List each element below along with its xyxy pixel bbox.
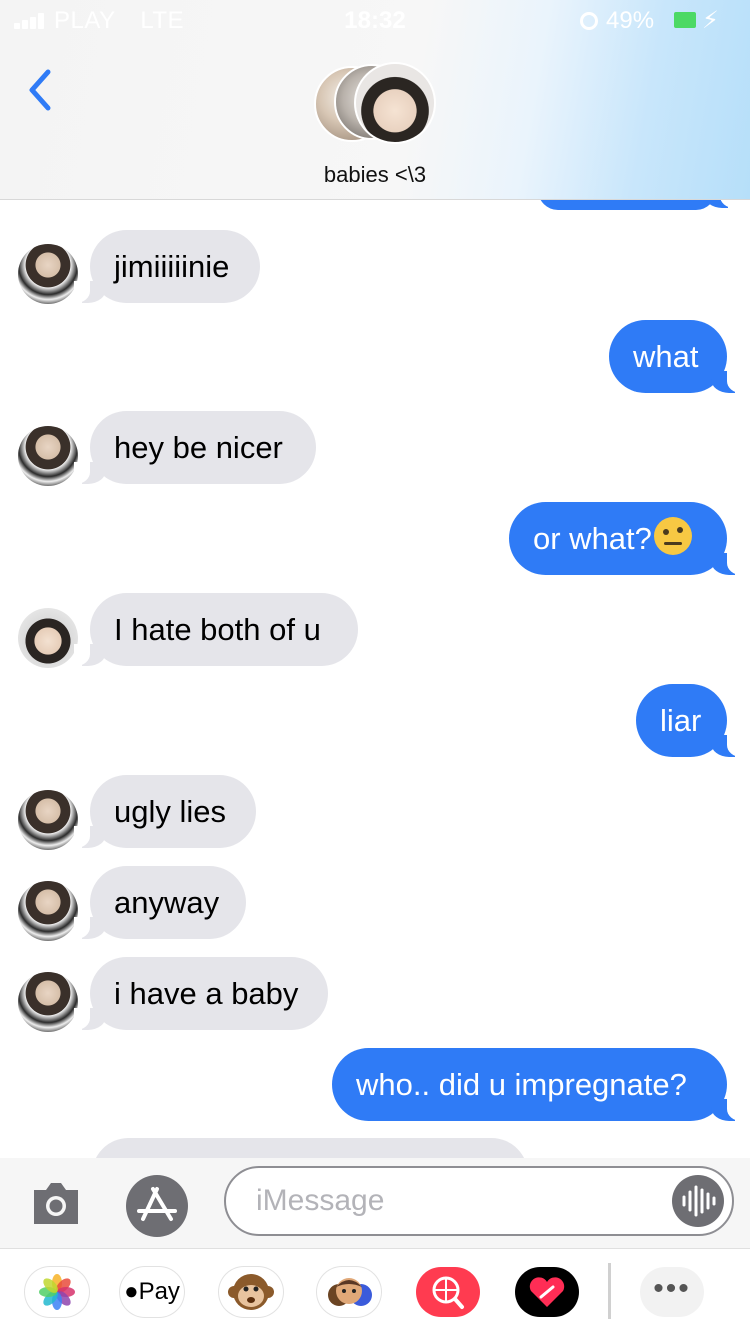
message-text: i have a baby bbox=[114, 976, 299, 1011]
apple-pay-app-button[interactable]: ●Pay bbox=[120, 1267, 184, 1317]
message-text: what bbox=[633, 339, 699, 374]
apple-pay-text: Pay bbox=[138, 1278, 180, 1305]
bubble-tail bbox=[704, 200, 736, 208]
battery-percentage: 49% bbox=[606, 7, 655, 34]
conversation-header: PLAY LTE 18:32 49% ⚡ babies <\3 bbox=[0, 0, 750, 200]
animoji-monkey-app-button[interactable] bbox=[219, 1267, 283, 1317]
imessage-app-drawer: ●Pay ••• bbox=[0, 1248, 750, 1334]
globe-search-icon bbox=[432, 1276, 464, 1309]
message-text: ugly lies bbox=[114, 794, 226, 829]
bubble-tail bbox=[74, 917, 106, 939]
message-bubble[interactable]: i have a baby bbox=[90, 957, 328, 1030]
incoming-message[interactable]: I hate both of u bbox=[74, 593, 358, 666]
web-image-search-app-button[interactable] bbox=[416, 1267, 480, 1317]
sender-avatar[interactable] bbox=[18, 881, 78, 941]
message-bubble[interactable]: who.. did u impregnate? bbox=[332, 1048, 727, 1121]
message-bubble[interactable]: what bbox=[609, 320, 727, 393]
composer-bar bbox=[0, 1158, 750, 1248]
message-thread[interactable]: jimiiiiinie what hey be nicer or what? I… bbox=[0, 200, 750, 1158]
incoming-bubble-partial bbox=[92, 1138, 528, 1158]
incoming-message[interactable]: jimiiiiinie bbox=[74, 230, 260, 303]
bubble-tail bbox=[74, 644, 106, 666]
sender-avatar[interactable] bbox=[18, 790, 78, 850]
memoji-faces-icon bbox=[328, 1278, 372, 1306]
more-apps-button[interactable]: ••• bbox=[640, 1267, 704, 1317]
charging-icon: ⚡ bbox=[702, 7, 719, 34]
back-button[interactable] bbox=[22, 66, 62, 114]
message-text: I hate both of u bbox=[114, 612, 321, 647]
incoming-message[interactable]: hey be nicer bbox=[74, 411, 316, 484]
bubble-tail bbox=[74, 281, 106, 303]
imessage-input[interactable] bbox=[224, 1166, 734, 1236]
audio-message-button[interactable] bbox=[672, 1175, 724, 1227]
message-bubble[interactable]: or what? bbox=[509, 502, 727, 575]
group-name[interactable]: babies <\3 bbox=[0, 162, 750, 188]
bubble-tail bbox=[74, 462, 106, 484]
heart-icon bbox=[529, 1277, 565, 1307]
outgoing-message[interactable]: what bbox=[609, 320, 743, 393]
app-store-button[interactable] bbox=[126, 1175, 188, 1237]
sender-avatar[interactable] bbox=[18, 426, 78, 486]
apple-logo-icon: ● bbox=[124, 1278, 139, 1305]
camera-icon bbox=[34, 1183, 78, 1224]
incoming-message[interactable]: anyway bbox=[74, 866, 246, 939]
status-bar: PLAY LTE 18:32 49% ⚡ bbox=[0, 0, 750, 40]
message-bubble[interactable]: hey be nicer bbox=[90, 411, 316, 484]
ellipsis-icon: ••• bbox=[653, 1272, 691, 1305]
monkey-face-icon bbox=[228, 1274, 274, 1310]
outgoing-bubble-partial bbox=[538, 200, 716, 210]
sender-avatar[interactable] bbox=[18, 244, 78, 304]
bubble-tail bbox=[711, 371, 743, 393]
digital-touch-app-button[interactable] bbox=[515, 1267, 579, 1317]
photos-app-button[interactable] bbox=[25, 1267, 89, 1317]
message-text: liar bbox=[660, 703, 702, 738]
message-text: jimiiiiinie bbox=[114, 249, 230, 284]
memoji-stickers-app-button[interactable] bbox=[317, 1267, 381, 1317]
message-text: or what? bbox=[533, 521, 652, 556]
message-bubble[interactable]: I hate both of u bbox=[90, 593, 358, 666]
bubble-tail bbox=[74, 826, 106, 848]
message-bubble[interactable]: ugly lies bbox=[90, 775, 256, 848]
bubble-tail bbox=[711, 553, 743, 575]
group-avatar-stack[interactable] bbox=[312, 62, 442, 152]
apple-pay-label: ●Pay bbox=[120, 1267, 184, 1317]
message-text: hey be nicer bbox=[114, 430, 283, 465]
app-store-icon bbox=[137, 1187, 177, 1221]
raised-eyebrow-emoji-icon bbox=[653, 517, 692, 555]
incoming-message[interactable]: ugly lies bbox=[74, 775, 256, 848]
camera-button[interactable] bbox=[30, 1178, 82, 1228]
message-text: who.. did u impregnate? bbox=[356, 1067, 687, 1102]
bubble-tail bbox=[74, 1008, 106, 1030]
outgoing-message[interactable]: who.. did u impregnate? bbox=[332, 1048, 743, 1121]
message-text: anyway bbox=[114, 885, 220, 920]
message-bubble[interactable]: jimiiiiinie bbox=[90, 230, 260, 303]
waveform-icon bbox=[682, 1185, 716, 1217]
alarm-icon bbox=[580, 12, 598, 30]
sender-avatar[interactable] bbox=[18, 608, 78, 668]
bubble-tail bbox=[711, 1099, 743, 1121]
bubble-tail bbox=[711, 735, 743, 757]
message-bubble[interactable]: anyway bbox=[90, 866, 246, 939]
drawer-divider bbox=[608, 1263, 611, 1319]
incoming-message[interactable]: i have a baby bbox=[74, 957, 328, 1030]
group-member-avatar bbox=[354, 62, 436, 144]
battery-icon bbox=[674, 12, 696, 28]
photos-flower-icon bbox=[39, 1274, 75, 1310]
outgoing-message[interactable]: liar bbox=[636, 684, 743, 757]
sender-avatar[interactable] bbox=[18, 972, 78, 1032]
chevron-left-icon bbox=[29, 69, 51, 111]
outgoing-message[interactable]: or what? bbox=[509, 502, 743, 575]
